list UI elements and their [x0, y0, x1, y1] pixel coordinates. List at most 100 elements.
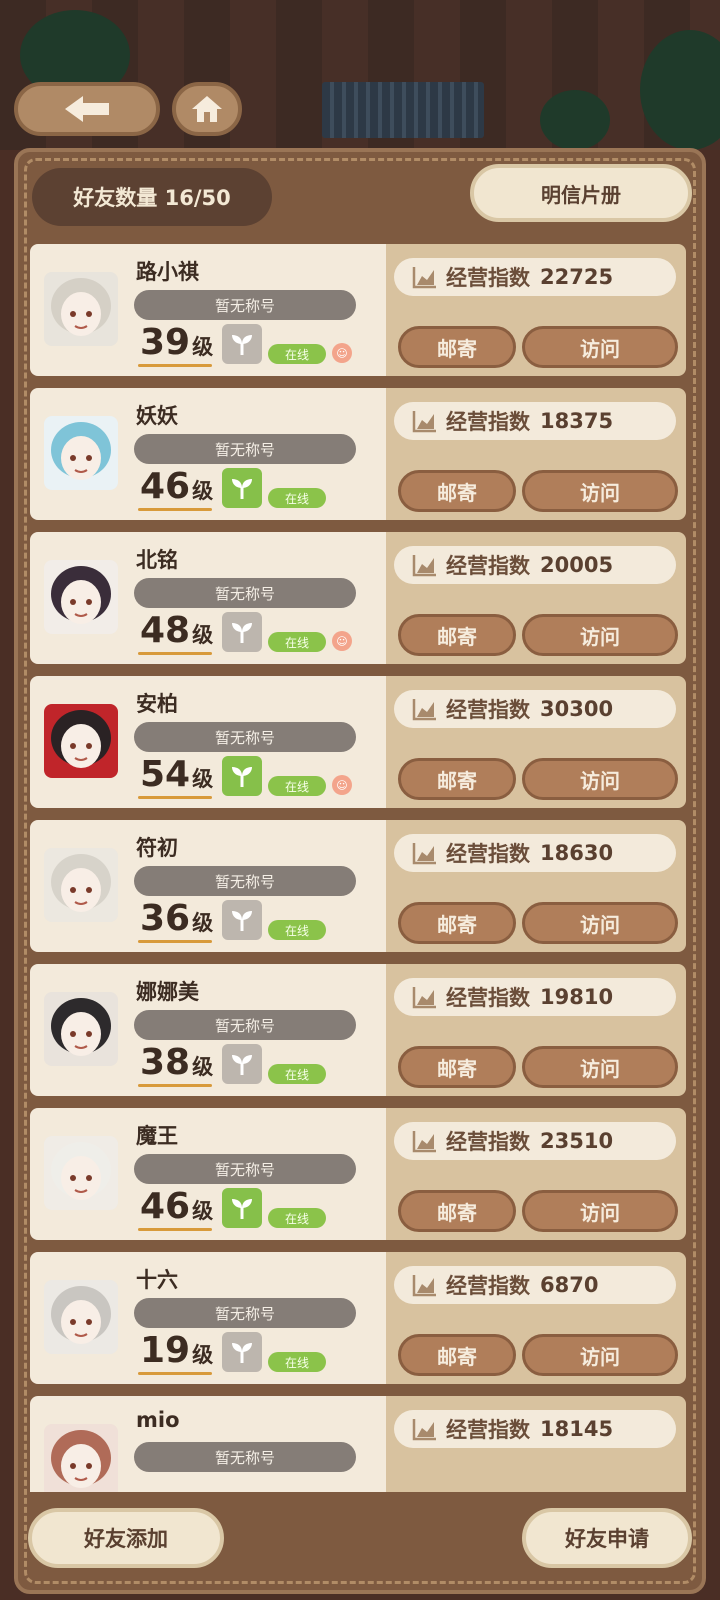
home-button[interactable]	[172, 82, 242, 136]
friend-row[interactable]: 娜娜美 暂无称号 38 级 在线 ☺	[30, 964, 686, 1096]
friend-info: 北铭 暂无称号 48 级 在线 ☺	[30, 532, 386, 664]
avatar-portrait-icon	[44, 848, 118, 922]
score-label: 经营指数	[446, 410, 530, 434]
mail-button[interactable]: 邮寄	[398, 902, 516, 944]
avatar[interactable]	[44, 416, 118, 490]
face-icon: ☺	[332, 631, 352, 651]
mail-button[interactable]: 邮寄	[398, 1046, 516, 1088]
plant-status	[222, 468, 262, 508]
visit-button[interactable]: 访问	[522, 470, 678, 512]
level-underline	[138, 652, 212, 655]
sprout-icon	[232, 1199, 252, 1219]
sprout-icon	[232, 767, 252, 787]
sprout-icon	[232, 479, 252, 499]
sprout-icon	[232, 623, 252, 643]
friend-name: 娜娜美	[136, 980, 199, 1004]
online-status: 在线	[268, 344, 326, 364]
chart-icon	[412, 843, 436, 865]
plant-status	[222, 1044, 262, 1084]
online-status: 在线	[268, 920, 326, 940]
friend-row[interactable]: 北铭 暂无称号 48 级 在线 ☺ 经营指数 20005 邮寄 访问	[30, 532, 686, 664]
postcard-album-button[interactable]: 明信片册	[470, 164, 692, 222]
mail-button[interactable]: 邮寄	[398, 470, 516, 512]
visit-button[interactable]: 访问	[522, 758, 678, 800]
level-underline	[138, 940, 212, 943]
friend-row[interactable]: 魔王 暂无称号 46 级 在线 ☺	[30, 1108, 686, 1240]
avatar[interactable]	[44, 848, 118, 922]
friend-actions: 经营指数 23510 邮寄 访问	[386, 1108, 686, 1240]
online-status: 在线	[268, 1352, 326, 1372]
friend-row[interactable]: 妖妖 暂无称号 46 级 在线 ☺	[30, 388, 686, 520]
avatar[interactable]	[44, 272, 118, 346]
friend-level: 54 级	[140, 754, 213, 798]
level-unit: 级	[192, 623, 214, 647]
add-friend-button[interactable]: 好友添加	[28, 1508, 224, 1568]
score-label: 经营指数	[446, 554, 530, 578]
visit-button[interactable]: 访问	[522, 1046, 678, 1088]
business-score: 经营指数 18375	[394, 402, 676, 440]
friend-title: 暂无称号	[134, 1442, 356, 1472]
friend-level: 46 级	[140, 466, 213, 510]
business-score: 经营指数 22725	[394, 258, 676, 296]
business-score: 经营指数 19810	[394, 978, 676, 1016]
business-score: 经营指数 18145	[394, 1410, 676, 1448]
friend-row[interactable]: 十六 暂无称号 19 级 在线 ☺	[30, 1252, 686, 1384]
business-score: 经营指数 23510	[394, 1122, 676, 1160]
friend-row[interactable]: 符初 暂无称号 36 级 在线 ☺	[30, 820, 686, 952]
mail-button[interactable]: 邮寄	[398, 614, 516, 656]
friend-info: 妖妖 暂无称号 46 级 在线 ☺	[30, 388, 386, 520]
score-value: 6870	[540, 1273, 599, 1297]
friend-title: 暂无称号	[134, 866, 356, 896]
avatar[interactable]	[44, 1136, 118, 1210]
friend-info: 魔王 暂无称号 46 级 在线 ☺	[30, 1108, 386, 1240]
friend-level	[140, 1474, 142, 1492]
avatar[interactable]	[44, 992, 118, 1066]
chart-icon	[412, 699, 436, 721]
online-status: 在线	[268, 632, 326, 652]
avatar-portrait-icon	[44, 992, 118, 1066]
friend-request-button[interactable]: 好友申请	[522, 1508, 692, 1568]
avatar[interactable]	[44, 704, 118, 778]
plant-status	[222, 612, 262, 652]
plant-status	[222, 756, 262, 796]
friend-level: 39 级	[140, 322, 213, 366]
mail-button[interactable]: 邮寄	[398, 1190, 516, 1232]
friend-name: 安柏	[136, 692, 178, 716]
visit-button[interactable]: 访问	[522, 614, 678, 656]
friend-row[interactable]: 路小祺 暂无称号 39 级 在线 ☺ 经营指数 22725 邮寄 访问	[30, 244, 686, 376]
visit-button[interactable]: 访问	[522, 326, 678, 368]
score-label: 经营指数	[446, 1130, 530, 1154]
visit-button[interactable]: 访问	[522, 902, 678, 944]
avatar[interactable]	[44, 560, 118, 634]
face-icon: ☺	[332, 343, 352, 363]
friend-row[interactable]: 安柏 暂无称号 54 级 在线 ☺ 经营指数 30300 邮寄 访问	[30, 676, 686, 808]
back-button[interactable]	[14, 82, 160, 136]
friend-actions: 经营指数 6870 邮寄 访问	[386, 1252, 686, 1384]
score-label: 经营指数	[446, 986, 530, 1010]
mail-button[interactable]: 邮寄	[398, 326, 516, 368]
friend-title: 暂无称号	[134, 290, 356, 320]
friend-row[interactable]: mio 暂无称号 ☺ 经	[30, 1396, 686, 1492]
score-value: 30300	[540, 697, 614, 721]
background-tree	[540, 90, 610, 150]
visit-button[interactable]: 访问	[522, 1334, 678, 1376]
avatar[interactable]	[44, 1424, 118, 1492]
friend-actions: 经营指数 18630 邮寄 访问	[386, 820, 686, 952]
level-number: 39	[140, 322, 191, 363]
level-underline	[138, 1372, 212, 1375]
visit-button[interactable]: 访问	[522, 1190, 678, 1232]
online-status: 在线	[268, 776, 326, 796]
chart-icon	[412, 411, 436, 433]
friend-list[interactable]: 路小祺 暂无称号 39 级 在线 ☺ 经营指数 22725 邮寄 访问 妖妖 暂…	[30, 244, 686, 1492]
avatar[interactable]	[44, 1280, 118, 1354]
mail-button[interactable]: 邮寄	[398, 758, 516, 800]
avatar-portrait-icon	[44, 272, 118, 346]
level-unit: 级	[192, 479, 214, 503]
level-number: 19	[140, 1330, 191, 1371]
avatar-portrait-icon	[44, 1424, 118, 1492]
friend-level: 38 级	[140, 1042, 213, 1086]
sprout-icon	[232, 1343, 252, 1363]
score-value: 19810	[540, 985, 614, 1009]
sprout-icon	[232, 911, 252, 931]
mail-button[interactable]: 邮寄	[398, 1334, 516, 1376]
